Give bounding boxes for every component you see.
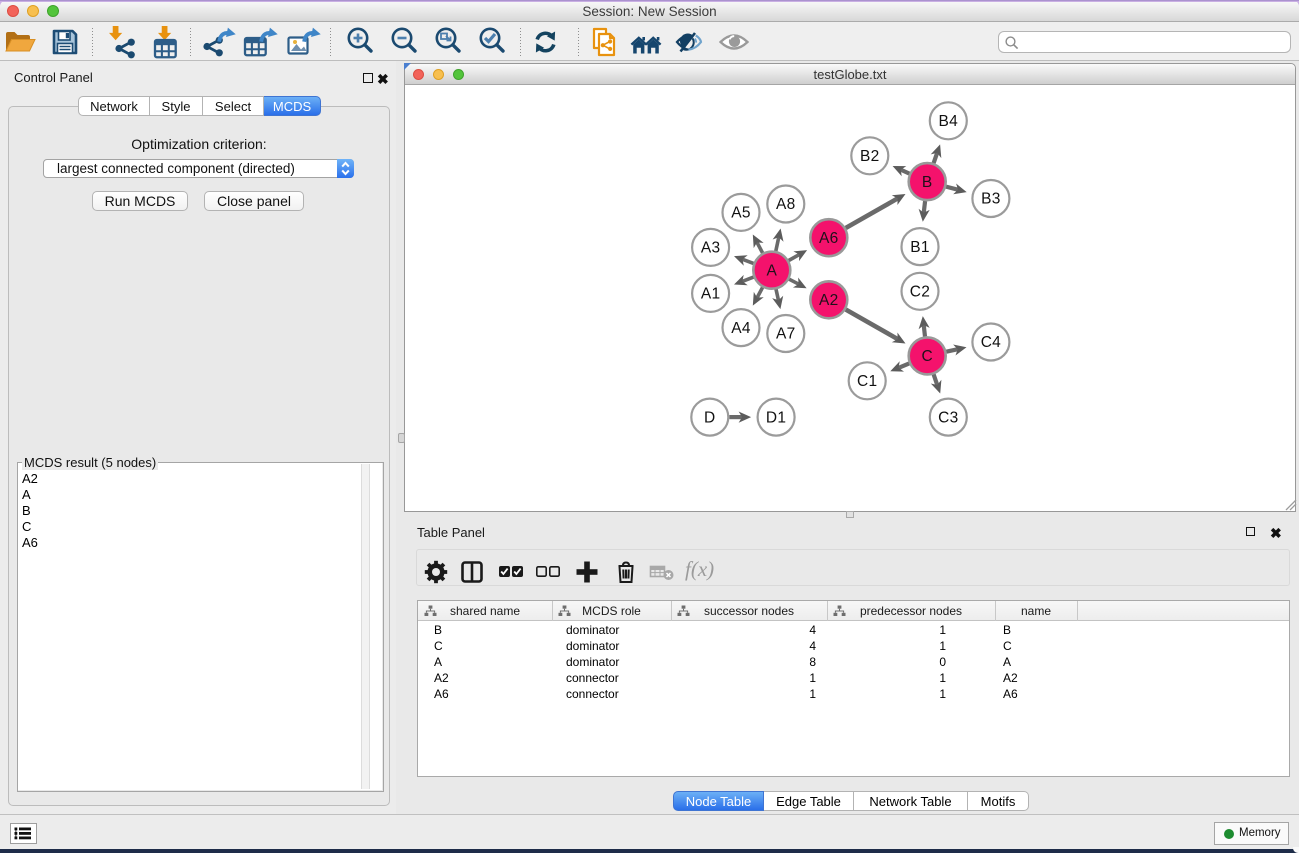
svg-text:D: D [704,409,716,426]
svg-text:A: A [766,262,777,279]
svg-text:C1: C1 [857,373,877,390]
svg-text:A4: A4 [731,320,751,337]
svg-text:A6: A6 [819,230,839,247]
svg-text:B: B [922,174,933,191]
svg-text:A8: A8 [776,196,796,213]
svg-text:C2: C2 [910,284,930,301]
svg-text:B2: B2 [860,148,880,165]
svg-text:A7: A7 [776,326,796,343]
svg-text:D1: D1 [766,409,786,426]
svg-text:C4: C4 [981,334,1001,351]
svg-text:A5: A5 [731,205,751,222]
svg-text:B1: B1 [910,239,930,256]
svg-text:A2: A2 [819,292,839,309]
svg-text:B4: B4 [939,113,959,130]
svg-text:C3: C3 [938,409,958,426]
svg-text:C: C [921,348,933,365]
svg-text:B3: B3 [981,191,1001,208]
svg-text:A1: A1 [701,286,721,303]
svg-text:A3: A3 [701,240,721,257]
